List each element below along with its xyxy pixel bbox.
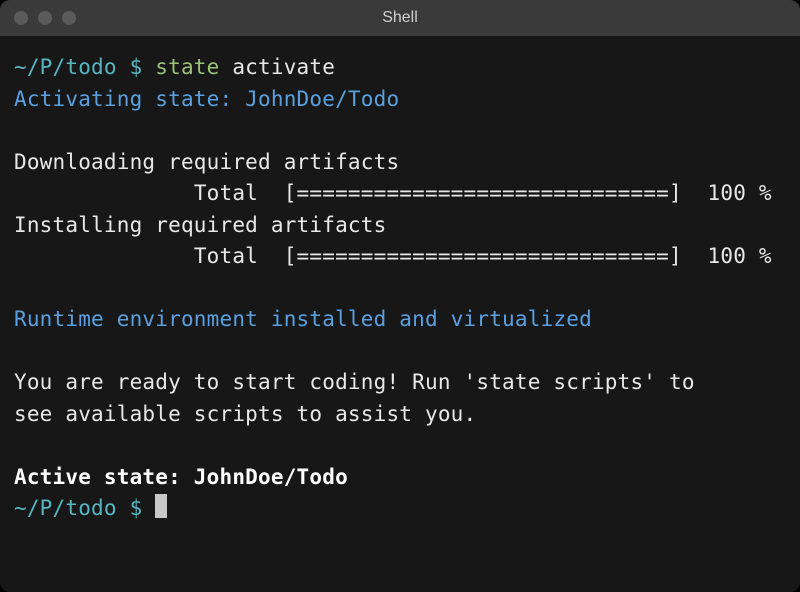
total-label-1: Total bbox=[194, 181, 258, 205]
window-title: Shell bbox=[0, 9, 800, 27]
prompt-path-2: ~/P/todo bbox=[14, 496, 117, 520]
activating-line: Activating state: JohnDoe/Todo bbox=[14, 87, 399, 111]
total-label-2: Total bbox=[194, 244, 258, 268]
active-state-line: Active state: JohnDoe/Todo bbox=[14, 465, 348, 489]
progress-bar-2: [=============================] bbox=[284, 244, 682, 268]
cursor bbox=[155, 494, 167, 518]
runtime-line: Runtime environment installed and virtua… bbox=[14, 307, 592, 331]
prompt-symbol-2: $ bbox=[130, 496, 143, 520]
minimize-window-button[interactable] bbox=[38, 11, 52, 25]
maximize-window-button[interactable] bbox=[62, 11, 76, 25]
command-arg: activate bbox=[232, 55, 335, 79]
terminal-window: Shell ~/P/todo $ state activate Activatin… bbox=[0, 0, 800, 592]
prompt-symbol: $ bbox=[130, 55, 143, 79]
progress-pct-2: 100 % bbox=[708, 244, 772, 268]
downloading-label: Downloading required artifacts bbox=[14, 150, 399, 174]
close-window-button[interactable] bbox=[14, 11, 28, 25]
window-controls bbox=[0, 11, 76, 25]
command-name: state bbox=[155, 55, 219, 79]
installing-label: Installing required artifacts bbox=[14, 213, 386, 237]
window-titlebar: Shell bbox=[0, 0, 800, 36]
terminal-output[interactable]: ~/P/todo $ state activate Activating stat… bbox=[0, 36, 800, 592]
progress-bar-1: [=============================] bbox=[284, 181, 682, 205]
ready-line-1: You are ready to start coding! Run 'stat… bbox=[14, 370, 695, 394]
progress-pct-1: 100 % bbox=[708, 181, 772, 205]
prompt-path: ~/P/todo bbox=[14, 55, 117, 79]
ready-line-2: see available scripts to assist you. bbox=[14, 402, 476, 426]
